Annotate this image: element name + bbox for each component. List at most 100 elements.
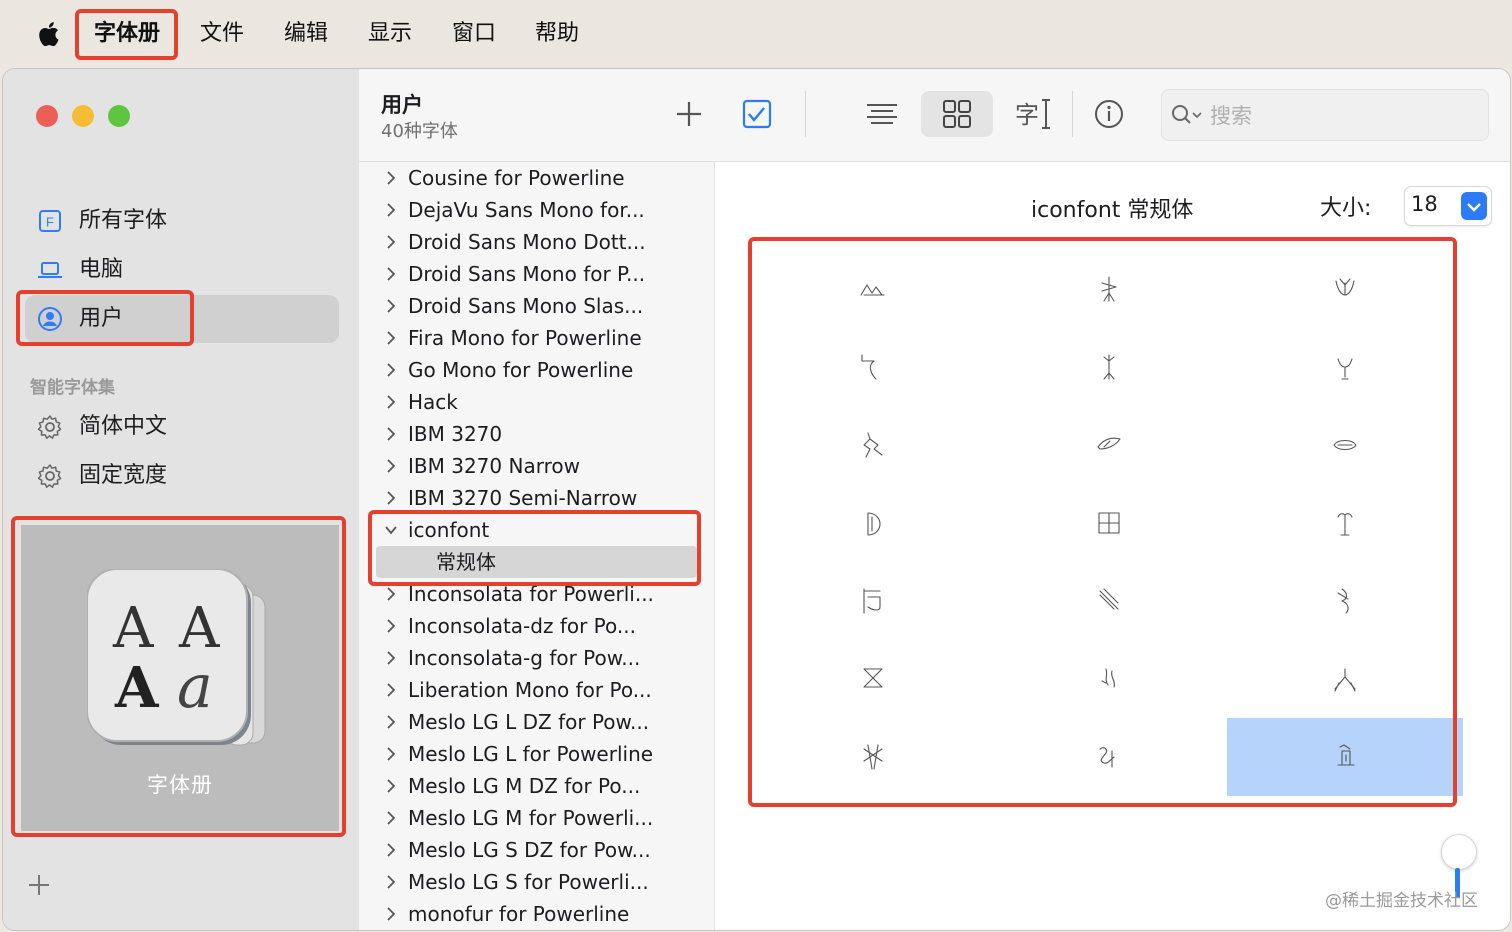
chevron-right-icon[interactable] (385, 395, 397, 409)
glyph-cell[interactable] (1227, 328, 1463, 406)
chevron-down-icon[interactable] (385, 523, 397, 537)
font-family-row[interactable]: Droid Sans Mono Dott... (359, 226, 714, 258)
font-family-row[interactable]: Go Mono for Powerline (359, 354, 714, 386)
glyph-cell[interactable] (1227, 250, 1463, 328)
font-family-row[interactable]: Fira Mono for Powerline (359, 322, 714, 354)
font-family-row[interactable]: Meslo LG S for Powerli... (359, 866, 714, 898)
font-family-row[interactable]: IBM 3270 (359, 418, 714, 450)
font-family-row[interactable]: Cousine for Powerline (359, 162, 714, 194)
glyph-cell[interactable] (991, 640, 1227, 718)
size-combobox[interactable]: 18 (1404, 186, 1492, 226)
sidebar-item-all-fonts[interactable]: F 所有字体 (25, 197, 339, 245)
glyph-cell[interactable] (755, 250, 991, 328)
sidebar-item-computer[interactable]: 电脑 (25, 246, 339, 294)
chevron-right-icon[interactable] (385, 747, 397, 761)
font-family-row[interactable]: iconfont (359, 514, 714, 546)
glyph-cell[interactable] (755, 328, 991, 406)
menu-app-fontbook[interactable]: 字体册 (94, 16, 160, 52)
chevron-right-icon[interactable] (385, 875, 397, 889)
add-font-button[interactable] (665, 91, 713, 137)
font-family-row[interactable]: Droid Sans Mono for P... (359, 258, 714, 290)
search-input[interactable] (1208, 100, 1472, 132)
glyph-cell[interactable] (1227, 640, 1463, 718)
chevron-right-icon[interactable] (385, 459, 397, 473)
font-list[interactable]: Cousine for Powerline DejaVu Sans Mono fo… (359, 162, 715, 930)
glyph-cell[interactable] (1227, 562, 1463, 640)
chevron-right-icon[interactable] (385, 843, 397, 857)
chevron-right-icon[interactable] (385, 651, 397, 665)
font-family-row[interactable]: Meslo LG M DZ for Po... (359, 770, 714, 802)
font-family-row[interactable]: DejaVu Sans Mono for... (359, 194, 714, 226)
chevron-right-icon[interactable] (385, 299, 397, 313)
glyph-cell[interactable] (755, 406, 991, 484)
iconfont-glyph-icon (867, 512, 881, 536)
chevron-right-icon[interactable] (385, 331, 397, 345)
chevron-right-icon[interactable] (385, 779, 397, 793)
glyph-cell[interactable] (991, 328, 1227, 406)
glyph-cell[interactable] (991, 406, 1227, 484)
font-family-row[interactable]: Meslo LG L for Powerline (359, 738, 714, 770)
chevron-right-icon[interactable] (385, 587, 397, 601)
smart-collections-header: 智能字体集 (30, 378, 115, 398)
chevron-right-icon[interactable] (385, 683, 397, 697)
sidebar-item-user[interactable]: 用户 (25, 295, 339, 343)
glyph-cell[interactable] (991, 562, 1227, 640)
chevron-right-icon[interactable] (385, 715, 397, 729)
menu-window[interactable]: 窗口 (452, 16, 496, 52)
chevron-right-icon[interactable] (385, 171, 397, 185)
chevron-right-icon[interactable] (385, 811, 397, 825)
font-style-row-selected[interactable]: 常规体 (376, 546, 697, 578)
sidebar-item-simplified-chinese[interactable]: 简体中文 (25, 403, 339, 451)
glyph-cell[interactable] (991, 484, 1227, 562)
chevron-right-icon[interactable] (385, 267, 397, 281)
font-family-row[interactable]: Meslo LG S DZ for Pow... (359, 834, 714, 866)
font-family-row[interactable]: Inconsolata for Powerli... (359, 578, 714, 610)
chevron-right-icon[interactable] (385, 427, 397, 441)
font-family-row[interactable]: Inconsolata-g for Pow... (359, 642, 714, 674)
chevron-right-icon[interactable] (385, 907, 397, 921)
chevron-right-icon[interactable] (385, 203, 397, 217)
glyph-cell[interactable] (1227, 406, 1463, 484)
font-family-name: IBM 3270 Semi-Narrow (408, 486, 638, 510)
glyph-cell-selected[interactable] (1227, 718, 1463, 796)
menu-help[interactable]: 帮助 (535, 16, 579, 52)
add-collection-button[interactable] (25, 871, 53, 899)
glyph-cell[interactable] (991, 718, 1227, 796)
apple-logo-icon[interactable] (34, 20, 60, 48)
glyph-cell[interactable] (991, 250, 1227, 328)
view-sample-button[interactable] (857, 91, 905, 137)
glyph-cell[interactable] (1227, 484, 1463, 562)
chevron-right-icon[interactable] (385, 235, 397, 249)
font-family-row[interactable]: Liberation Mono for Po... (359, 674, 714, 706)
font-family-row[interactable]: IBM 3270 Narrow (359, 450, 714, 482)
glyph-cell[interactable] (755, 640, 991, 718)
font-family-row[interactable]: IBM 3270 Semi-Narrow (359, 482, 714, 514)
sidebar-item-fixed-width[interactable]: 固定宽度 (25, 452, 339, 500)
preview-size-slider-knob[interactable] (1441, 834, 1477, 870)
size-dropdown-button[interactable] (1461, 192, 1487, 220)
glyph-cell[interactable] (755, 562, 991, 640)
glyph-cell[interactable] (755, 484, 991, 562)
font-family-row[interactable]: Hack (359, 386, 714, 418)
font-family-name: Inconsolata-dz for Po... (408, 614, 636, 638)
font-family-row[interactable]: Droid Sans Mono Slas... (359, 290, 714, 322)
chevron-right-icon[interactable] (385, 363, 397, 377)
font-info-button[interactable] (1085, 91, 1133, 137)
glyph-cell[interactable] (755, 718, 991, 796)
window-minimize-button[interactable] (72, 105, 94, 127)
font-family-row[interactable]: Meslo LG M for Powerli... (359, 802, 714, 834)
font-family-row[interactable]: Inconsolata-dz for Po... (359, 610, 714, 642)
menu-file[interactable]: 文件 (200, 16, 244, 52)
view-repertoire-button[interactable] (921, 91, 993, 137)
chevron-right-icon[interactable] (385, 491, 397, 505)
window-close-button[interactable] (36, 105, 58, 127)
window-zoom-button[interactable] (108, 105, 130, 127)
search-field[interactable] (1161, 89, 1489, 141)
view-custom-text-button[interactable]: 字 (1009, 91, 1057, 137)
chevron-right-icon[interactable] (385, 619, 397, 633)
validate-font-button[interactable] (732, 91, 780, 137)
font-family-row[interactable]: Meslo LG L DZ for Pow... (359, 706, 714, 738)
font-family-row[interactable]: monofur for Powerline (359, 898, 714, 930)
menu-view[interactable]: 显示 (368, 16, 412, 52)
menu-edit[interactable]: 编辑 (284, 16, 328, 52)
